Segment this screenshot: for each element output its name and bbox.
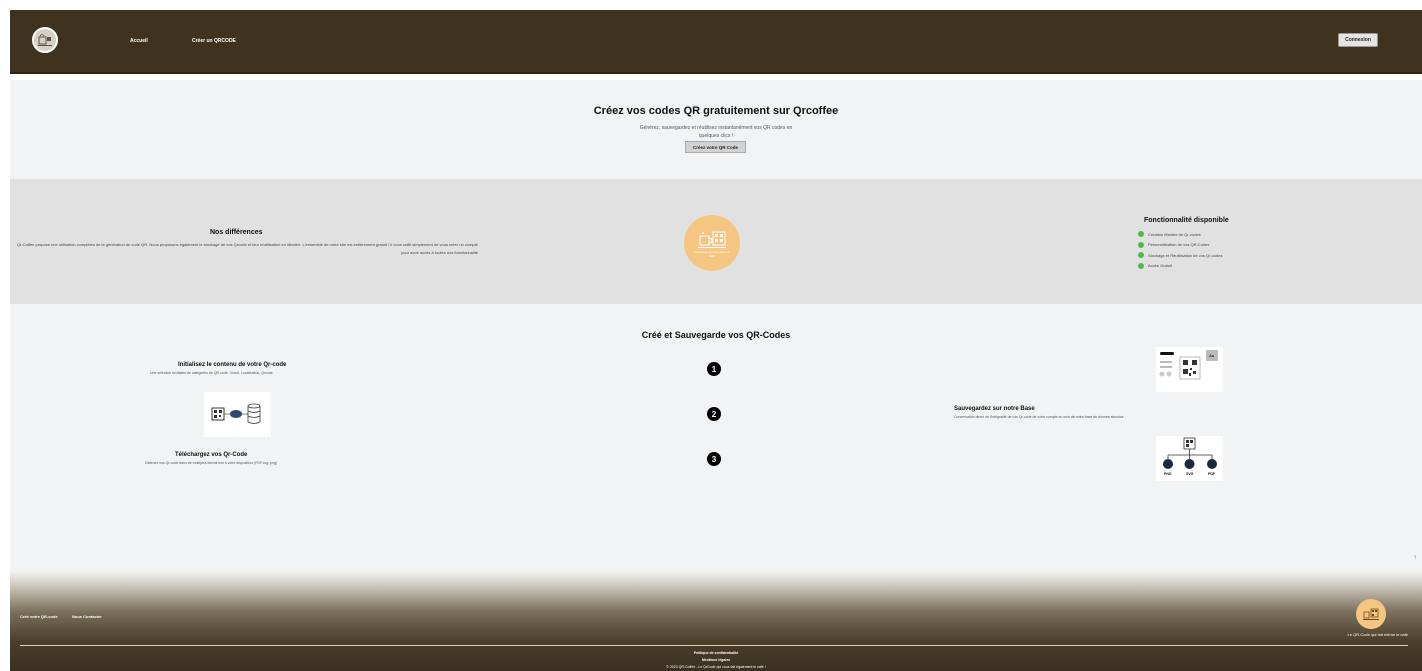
footer: Créé votre QR-code Nous Contacter Le QR-… (10, 572, 1422, 671)
footer-divider (20, 645, 1408, 646)
format-svg-label: SVG (1186, 472, 1194, 476)
feature-label: Création illimitée de Qr-codes (1148, 231, 1201, 237)
feature-item: Création illimitée de Qr-codes (1138, 229, 1222, 240)
step1-title: Initialisez le contenu de votre Qr-code (178, 362, 287, 368)
differences-title: Nos différences (210, 229, 263, 236)
customize-illustration: Aa (1156, 347, 1223, 392)
copyright-text: © 2023 QR-Coffee - Le QrCode qui vous fa… (666, 665, 766, 669)
hero-section: Créez vos codes QR gratuitement sur Qrco… (10, 80, 1422, 179)
differences-section: Nos différences Qr-Coffee propose une ut… (10, 179, 1422, 304)
qr-to-database-icon (211, 403, 261, 424)
database-illustration (204, 392, 271, 437)
step2-desc: Conservation direct de l'intégralité de … (954, 415, 1124, 419)
feature-item: Personnification de vos QR-Codes (1138, 240, 1222, 251)
feature-item: Stockage et Réutilisation de vos Qr-code… (1138, 250, 1222, 261)
footer-spacer (10, 507, 1422, 572)
steps-title: Créé et Sauvegarde vos QR-Codes (641, 330, 791, 340)
step-number-2: 2 (707, 407, 721, 421)
check-dot-icon (1138, 231, 1144, 238)
feature-label: Accès Gratuit (1148, 263, 1173, 269)
step2-title: Sauvegardez sur notre Base (954, 406, 1035, 412)
coffee-qr-icon (1363, 608, 1379, 620)
format-pdf-label: PDF (1208, 472, 1215, 476)
badge-text: Le qrcode qui fait même le café (694, 250, 730, 258)
step-number-1: 1 (707, 362, 721, 376)
check-dot-icon (1138, 262, 1144, 269)
step1-desc: Une selection multiples de catégories de… (150, 371, 273, 375)
step3-desc: Obtenez vos Qr-code dans de multiples fo… (145, 461, 278, 465)
check-dot-icon (1138, 241, 1144, 248)
differences-text: Qr-Coffee propose une utilisation complè… (16, 242, 478, 255)
scroll-to-top-icon[interactable]: ↑ (1411, 553, 1419, 563)
legal-notice-link[interactable]: Mentions légales (10, 658, 1422, 662)
hero-title: Créez vos codes QR gratuitement sur Qrco… (593, 105, 839, 117)
step-number-3: 3 (707, 452, 721, 466)
step3-title: Téléchargez vos Qr-Code (175, 452, 248, 458)
coffee-qr-icon (698, 231, 726, 248)
steps-section: Créé et Sauvegarde vos QR-Codes 1 2 3 In… (10, 304, 1422, 507)
create-qr-button[interactable]: Créez votre QR Code (685, 141, 746, 153)
footer-logo (1356, 599, 1386, 629)
feature-item: Accès Gratuit (1138, 261, 1222, 272)
page: Accueil Créer un QRCODE Connexion Créez … (0, 0, 1422, 671)
text-style-label: Aa (1209, 353, 1215, 358)
download-illustration: PNG SVG PDF (1156, 436, 1223, 481)
check-dot-icon (1138, 252, 1144, 259)
logo[interactable] (32, 27, 58, 53)
format-png-label: PNG (1164, 472, 1172, 476)
features-list: Création illimitée de Qr-codes Personnif… (1138, 229, 1222, 271)
footer-slogan: Le QR-Code qui fait même le café (1347, 632, 1408, 637)
hero-subtitle: Générez, sauvegardez et réutilisez insta… (639, 125, 793, 139)
login-button[interactable]: Connexion (1338, 33, 1378, 47)
footer-create-link[interactable]: Créé votre QR-code (20, 614, 58, 619)
feature-label: Personnification de vos QR-Codes (1148, 242, 1210, 248)
navbar: Accueil Créer un QRCODE Connexion (10, 10, 1422, 74)
coffee-qr-logo-icon (38, 34, 52, 46)
footer-contact-link[interactable]: Nous Contacter (72, 614, 102, 619)
nav-home-link[interactable]: Accueil (130, 38, 148, 44)
coffee-badge: Le qrcode qui fait même le café (684, 215, 740, 271)
privacy-policy-link[interactable]: Politique de confidentialité (10, 651, 1422, 655)
features-title: Fonctionnalité disponible (1144, 217, 1229, 224)
nav-create-qrcode-link[interactable]: Créer un QRCODE (192, 38, 236, 44)
feature-label: Stockage et Réutilisation de vos Qr-code… (1148, 252, 1223, 258)
